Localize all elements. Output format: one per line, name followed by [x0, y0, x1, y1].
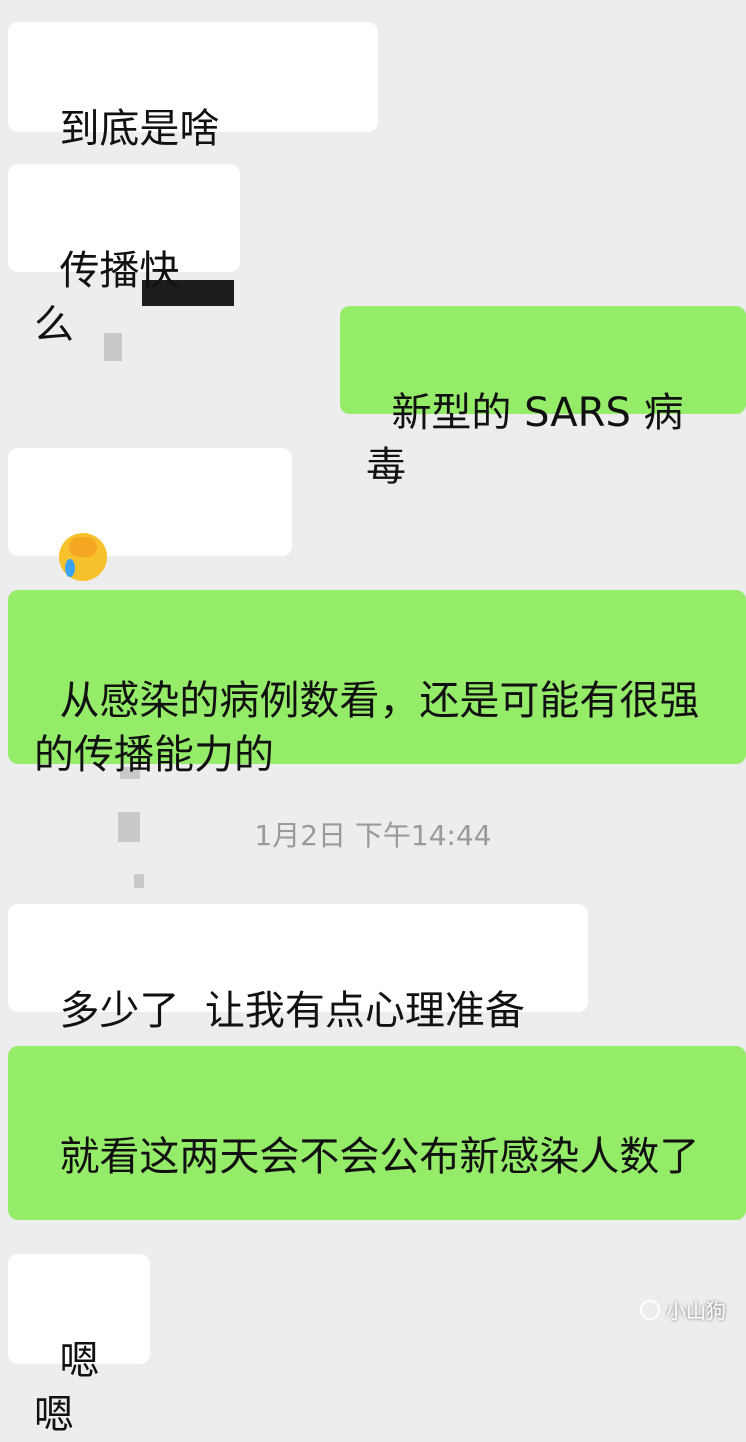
message-bubble-sent[interactable]: 就看这两天会不会公布新感染人数了 — [8, 1046, 746, 1220]
wechat-official-icon — [640, 1299, 660, 1320]
message-text: 从感染的病例数看，还是可能有很强的传播能力的 — [34, 678, 700, 778]
message-bubble-received[interactable] — [8, 448, 292, 888]
message-bubble-received[interactable]: 到底是啥 — [8, 22, 378, 361]
message-bubble-received[interactable]: 传播快么 — [8, 164, 240, 348]
message-bubble-sent[interactable]: 新型的 SARS 病毒 — [340, 306, 746, 490]
message-text: 新型的 SARS 病毒 — [366, 390, 684, 490]
message-bubble-sent[interactable]: 从感染的病例数看，还是可能有很强的传播能力的 — [8, 590, 746, 778]
message-bubble-received[interactable]: 多少了 让我有点心理准备 — [8, 904, 588, 1034]
message-text: 多少了 让我有点心理准备 — [59, 988, 525, 1034]
message-timestamp: 1月2日 下午14:44 — [254, 819, 492, 852]
watermark-text: 小山狗 — [666, 1299, 726, 1323]
message-text: 就看这两天会不会公布新感染人数了 — [59, 1134, 700, 1180]
watermark: 小山狗 — [640, 1295, 726, 1324]
face-palm-crying-emoji — [59, 533, 108, 581]
message-bubble-received[interactable]: 嗯嗯 — [8, 1254, 150, 1438]
message-text: 嗯嗯 — [34, 1338, 100, 1438]
message-text: 到底是啥 — [59, 106, 220, 152]
